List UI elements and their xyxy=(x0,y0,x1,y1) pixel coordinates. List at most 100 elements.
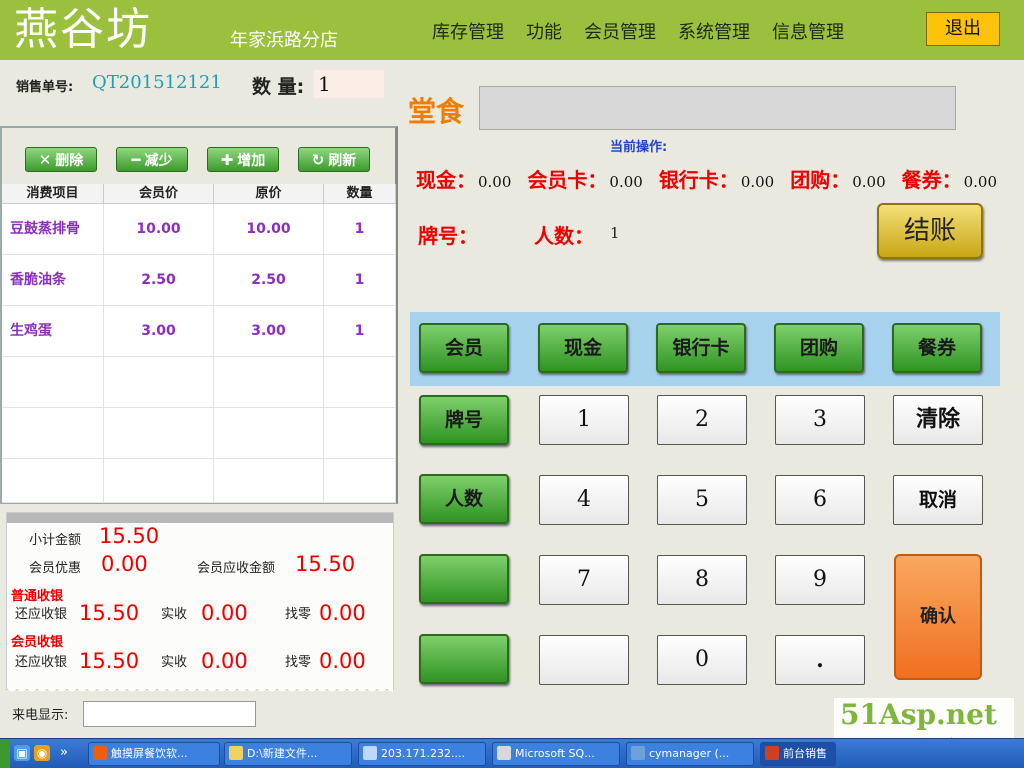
table-row[interactable]: 香脆油条 2.50 2.50 1 xyxy=(2,255,396,306)
delete-label: 删除 xyxy=(55,152,84,169)
normal-change-value: 0.00 xyxy=(319,601,366,625)
member-discount-value: 0.00 xyxy=(101,552,148,576)
app-header: 燕谷坊 年家浜路分店 库存管理 功能 会员管理 系统管理 信息管理 退出 xyxy=(0,0,1024,60)
chevron-right-icon[interactable]: » xyxy=(56,745,72,761)
payment-member-card-label: 会员卡： xyxy=(527,168,608,192)
x-icon: ✕ xyxy=(38,150,52,169)
method-group-buy-button[interactable]: 团购 xyxy=(774,323,864,373)
normal-paid-value: 0.00 xyxy=(201,601,248,625)
method-member-button[interactable]: 会员 xyxy=(419,323,509,373)
dine-in-label: 堂食 xyxy=(408,95,465,128)
task-label: D:\新建文件... xyxy=(247,747,318,760)
key-8[interactable]: 8 xyxy=(657,555,747,605)
col-qty: 数量 xyxy=(324,184,396,204)
windows-taskbar: ▣ ◉ » 触摸屏餐饮软... D:\新建文件... 203.171.232..… xyxy=(0,738,1024,768)
firefox-icon xyxy=(93,746,107,760)
payment-voucher: 餐券： 0.00 xyxy=(902,164,997,193)
subtotal-value: 15.50 xyxy=(99,524,160,548)
link-icon xyxy=(631,746,645,760)
task-label: 前台销售 xyxy=(783,747,827,760)
payment-member-card-value: 0.00 xyxy=(609,173,643,191)
key-0[interactable]: 0 xyxy=(657,635,747,685)
increase-button[interactable]: ✚ 增加 xyxy=(207,147,279,172)
decrease-button[interactable]: ━ 减少 xyxy=(116,147,188,172)
clear-button[interactable]: 清除 xyxy=(893,395,983,445)
qty-input[interactable] xyxy=(314,70,384,98)
task-folder[interactable]: D:\新建文件... xyxy=(224,742,352,766)
order-items-panel: ✕ 删除 ━ 减少 ✚ 增加 ↻ 刷新 消费项目 会员价 原价 数量 豆鼓蒸排骨… xyxy=(0,126,398,504)
branch-name: 年家浜路分店 xyxy=(230,30,338,51)
cancel-button[interactable]: 取消 xyxy=(893,475,983,525)
key-dot[interactable]: . xyxy=(775,635,865,685)
key-9[interactable]: 9 xyxy=(775,555,865,605)
exit-button[interactable]: 退出 xyxy=(926,12,1000,46)
browser-icon[interactable]: ◉ xyxy=(34,745,50,761)
cell-qty: 1 xyxy=(324,255,396,306)
plate-number-label: 牌号： xyxy=(418,224,478,248)
method-voucher-button[interactable]: 餐券 xyxy=(892,323,982,373)
checkout-button[interactable]: 结账 xyxy=(877,203,983,259)
nav-info[interactable]: 信息管理 xyxy=(772,18,844,44)
method-bank-card-button[interactable]: 银行卡 xyxy=(656,323,746,373)
people-count-button[interactable]: 人数 xyxy=(419,474,509,524)
col-price: 原价 xyxy=(214,184,324,204)
payment-group-buy-value: 0.00 xyxy=(852,173,886,191)
payment-bank-card: 银行卡： 0.00 xyxy=(659,164,774,193)
method-cash-button[interactable]: 现金 xyxy=(538,323,628,373)
payment-bank-card-value: 0.00 xyxy=(740,173,775,191)
plate-number-button[interactable]: 牌号 xyxy=(419,395,509,445)
member-change-value: 0.00 xyxy=(319,649,366,673)
table-row[interactable]: 生鸡蛋 3.00 3.00 1 xyxy=(2,306,396,357)
refresh-button[interactable]: ↻ 刷新 xyxy=(298,147,370,172)
task-front-sales[interactable]: 前台销售 xyxy=(760,742,836,766)
nav-members[interactable]: 会员管理 xyxy=(584,18,656,44)
plus-icon: ✚ xyxy=(220,150,234,169)
task-remote[interactable]: 203.171.232.... xyxy=(358,742,486,766)
cell-member-price: 3.00 xyxy=(104,306,214,357)
payment-group-buy-label: 团购： xyxy=(790,168,851,192)
nav-system[interactable]: 系统管理 xyxy=(678,18,750,44)
key-6[interactable]: 6 xyxy=(775,475,865,525)
blank-green-button-1[interactable] xyxy=(419,554,509,604)
folder-icon xyxy=(229,746,243,760)
task-sql[interactable]: Microsoft SQ... xyxy=(492,742,620,766)
table-row[interactable]: 豆鼓蒸排骨 10.00 10.00 1 xyxy=(2,204,396,255)
show-desktop-icon[interactable]: ▣ xyxy=(14,745,30,761)
key-5[interactable]: 5 xyxy=(657,475,747,525)
nav-inventory[interactable]: 库存管理 xyxy=(432,18,504,44)
confirm-button[interactable]: 确认 xyxy=(894,554,982,680)
watermark-title: 51Asp.net xyxy=(840,698,997,731)
key-1[interactable]: 1 xyxy=(539,395,629,445)
member-due2-label: 还应收银 xyxy=(15,655,68,670)
cell-member-price: 2.50 xyxy=(104,255,214,306)
key-2[interactable]: 2 xyxy=(657,395,747,445)
cell-price: 2.50 xyxy=(214,255,324,306)
dine-in-input[interactable] xyxy=(479,86,956,130)
nav-functions[interactable]: 功能 xyxy=(526,18,562,44)
decrease-label: 减少 xyxy=(144,152,173,169)
key-7[interactable]: 7 xyxy=(539,555,629,605)
payment-cash-value: 0.00 xyxy=(478,173,512,191)
empty-row xyxy=(2,408,396,459)
key-3[interactable]: 3 xyxy=(775,395,865,445)
order-no-label: 销售单号: xyxy=(16,80,74,95)
key-4[interactable]: 4 xyxy=(539,475,629,525)
receipt-torn-edge xyxy=(7,687,393,695)
start-button[interactable] xyxy=(0,739,10,768)
member-due-value: 15.50 xyxy=(295,552,356,576)
normal-due-label: 还应收银 xyxy=(15,607,68,622)
blank-green-button-2[interactable] xyxy=(419,634,509,684)
delete-button[interactable]: ✕ 删除 xyxy=(25,147,97,172)
member-due2-value: 15.50 xyxy=(79,649,140,673)
task-pos-app[interactable]: 触摸屏餐饮软... xyxy=(88,742,220,766)
normal-section-label: 普通收银 xyxy=(11,589,64,604)
blank-key[interactable] xyxy=(539,635,629,685)
task-cymanager[interactable]: cymanager (... xyxy=(626,742,754,766)
normal-paid-label: 实收 xyxy=(161,607,188,622)
caller-id-input[interactable] xyxy=(83,701,256,727)
normal-due-value: 15.50 xyxy=(79,601,140,625)
minus-icon: ━ xyxy=(131,150,141,169)
payment-voucher-value: 0.00 xyxy=(963,173,998,191)
receipt-summary: 小计金额 15.50 会员优惠 0.00 会员应收金额 15.50 普通收银 还… xyxy=(6,512,394,695)
task-label: cymanager (... xyxy=(649,747,730,760)
